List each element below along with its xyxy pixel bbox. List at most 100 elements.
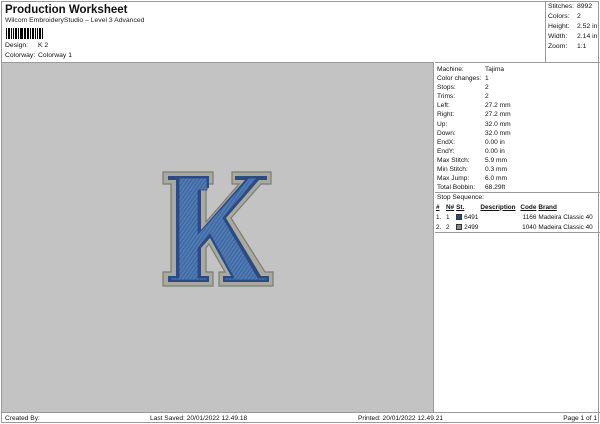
- stop-sequence-title: Stop Sequence:: [435, 192, 600, 202]
- column-header: Description: [480, 203, 516, 211]
- created-by: Created By:: [5, 415, 40, 422]
- worksheet-header: Production Worksheet Wilcom EmbroiderySt…: [2, 2, 546, 62]
- printed-date: Printed: 20/01/2022 12.49.21: [358, 415, 444, 422]
- production-worksheet: Production Worksheet Wilcom EmbroiderySt…: [1, 1, 600, 423]
- info-value: 27.2 mm: [485, 102, 511, 110]
- info-row: Color changes: 1: [435, 74, 600, 83]
- stat-row: Colors: 2: [546, 12, 600, 22]
- stat-label: Colors:: [548, 13, 570, 20]
- page-title: Production Worksheet: [5, 4, 128, 16]
- row-index: 1.: [436, 213, 442, 221]
- page-number: Page 1 of 1: [563, 415, 597, 422]
- info-label: EndY:: [437, 147, 455, 155]
- table-header-row: # N# St. Description Code Brand: [435, 202, 600, 212]
- info-row: Max Jump: 6.0 mm: [435, 174, 600, 183]
- stat-value: 2.52 in: [577, 23, 598, 30]
- info-row: EndY: 0.00 in: [435, 147, 600, 156]
- description: [479, 222, 519, 232]
- info-row: Left: 27.2 mm: [435, 101, 600, 110]
- colorway-label: Colorway:: [5, 52, 36, 59]
- thread-code: 1166: [522, 213, 537, 221]
- info-value: 27.2 mm: [485, 111, 511, 119]
- info-value: 32.0 mm: [485, 129, 511, 137]
- thread-brand: Madeira Classic 40: [538, 213, 593, 221]
- column-header: St.: [456, 203, 465, 211]
- table-row: 1. 1 6491 1166 Madeira Classic 40: [435, 212, 600, 222]
- stat-row: Width: 2.14 in: [546, 32, 600, 42]
- stat-row: Stitches: 8992: [546, 2, 600, 12]
- info-row: EndX: 0.00 in: [435, 138, 600, 147]
- info-value: 6.0 mm: [485, 175, 507, 183]
- stat-label: Width:: [548, 33, 568, 40]
- info-value: 0.00 in: [485, 147, 505, 155]
- thread-code: 1040: [522, 223, 537, 231]
- info-label: EndX:: [437, 138, 455, 146]
- needle-number: 2: [446, 223, 450, 231]
- info-row: Up: 32.0 mm: [435, 120, 600, 129]
- column-header: Brand: [538, 203, 557, 211]
- stat-value: 8992: [577, 3, 593, 10]
- stat-value: 2.14 in: [577, 33, 598, 40]
- info-label: Machine:: [437, 66, 464, 73]
- stats-panel: Stitches: 8992 Colors: 2 Height: 2.52 in Wi…: [546, 2, 600, 62]
- info-value: 5.9 mm: [485, 156, 507, 164]
- description: [479, 212, 519, 222]
- info-label: Left:: [437, 102, 450, 110]
- colorway-value: Colorway 1: [38, 52, 72, 59]
- info-label: Trims:: [437, 93, 456, 101]
- info-label: Color changes:: [437, 75, 482, 83]
- worksheet-footer: Created By: Last Saved: 20/01/2022 12.49…: [2, 412, 600, 423]
- stitch-count: 2499: [464, 223, 479, 231]
- stat-label: Stitches:: [548, 3, 575, 10]
- stitch-cell: 6491: [455, 212, 479, 222]
- color-swatch-icon: [456, 213, 463, 220]
- column-header: #: [436, 203, 440, 211]
- info-label: Total Bobbin:: [437, 184, 476, 192]
- stat-row: Height: 2.52 in: [546, 22, 600, 32]
- design-value: K 2: [38, 42, 49, 49]
- needle-number: 1: [446, 213, 450, 221]
- stat-label: Zoom:: [548, 43, 568, 50]
- software-subtitle: Wilcom EmbroideryStudio – Level 3 Advanc…: [5, 17, 145, 24]
- stat-value: 2: [577, 13, 581, 20]
- stitch-count: 6491: [464, 213, 479, 221]
- info-value: 0.00 in: [485, 138, 505, 146]
- column-header: N#: [446, 203, 455, 211]
- info-row: Total Bobbin: 68.29ft: [435, 183, 600, 192]
- info-label: Max Jump:: [437, 175, 470, 183]
- table-row: 2. 2 2499 1040 Madeira Classic 40: [435, 222, 600, 232]
- info-row: Min Stitch: 0.3 mm: [435, 165, 600, 174]
- info-value: Tajima: [485, 66, 505, 73]
- letter-k-embroidery-icon: [162, 171, 274, 287]
- color-swatch-icon: [456, 223, 463, 230]
- info-row: Right: 27.2 mm: [435, 110, 600, 119]
- design-row: Design: K 2: [5, 42, 48, 49]
- info-value: 0.3 mm: [485, 166, 507, 174]
- barcode-icon: [6, 28, 44, 39]
- info-label: Max Stitch:: [437, 156, 470, 164]
- info-row: Stops: 2: [435, 83, 600, 92]
- stat-row: Zoom: 1:1: [546, 42, 600, 52]
- info-label: Stops:: [437, 84, 456, 92]
- design-label: Design:: [5, 42, 29, 49]
- info-row: Max Stitch: 5.9 mm: [435, 156, 600, 165]
- info-value: 68.29ft: [485, 184, 506, 192]
- info-label: Min Stitch:: [437, 166, 468, 174]
- colorway-row: Colorway: Colorway 1: [5, 52, 72, 59]
- info-label: Up:: [437, 120, 448, 128]
- stitch-cell: 2499: [455, 222, 479, 232]
- info-panel: Machine: Tajima Color changes: 1 Stops: 2 T…: [435, 62, 600, 412]
- stop-sequence-table: # N# St. Description Code Brand 1. 1 649…: [435, 202, 600, 233]
- info-value: 32.0 mm: [485, 120, 511, 128]
- info-value: 1: [485, 75, 489, 83]
- info-row: Trims: 2: [435, 92, 600, 101]
- row-index: 2.: [436, 223, 442, 231]
- stat-value: 1:1: [577, 43, 587, 50]
- column-header: Code: [520, 203, 537, 211]
- info-label: Down:: [437, 129, 456, 137]
- info-row: Down: 32.0 mm: [435, 129, 600, 138]
- info-label: Right:: [437, 111, 455, 119]
- design-preview: [2, 62, 434, 412]
- thread-brand: Madeira Classic 40: [538, 223, 593, 231]
- info-row: Machine: Tajima: [435, 65, 600, 74]
